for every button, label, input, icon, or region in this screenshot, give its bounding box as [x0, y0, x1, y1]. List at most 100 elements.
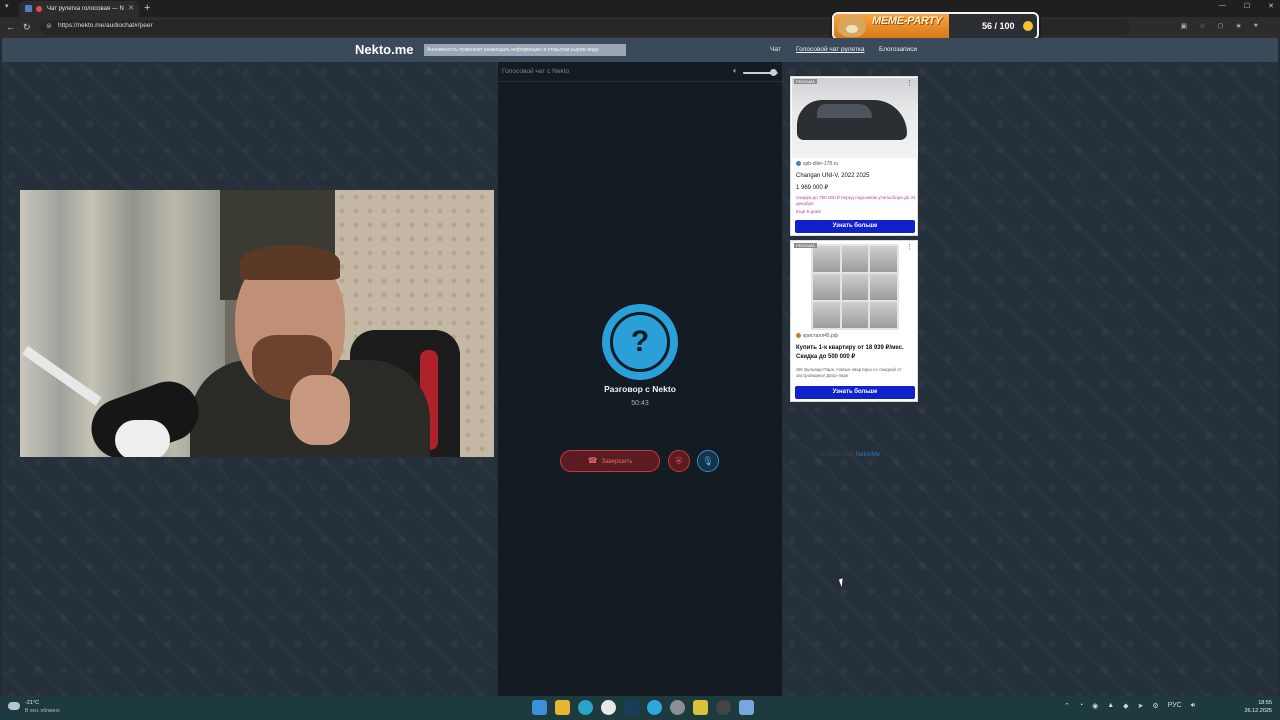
- car-image: [797, 100, 907, 140]
- ad-domain-text: кристалл45.рф: [803, 333, 838, 339]
- taskbar-apps: [532, 700, 754, 715]
- chat-header-title: Голосовой чат с Nekto: [502, 68, 570, 75]
- weather-status: В осн. облачно: [25, 708, 60, 714]
- back-icon[interactable]: ←: [6, 20, 15, 34]
- report-button[interactable]: ⛨: [668, 450, 690, 472]
- app-icon[interactable]: [739, 700, 754, 715]
- peer-avatar: ?: [602, 304, 678, 380]
- nav-chat[interactable]: Чат: [770, 46, 781, 53]
- footer-link[interactable]: NektoMe: [856, 452, 880, 458]
- ad-cta-button[interactable]: Узнать больше: [795, 386, 915, 399]
- tray-icon[interactable]: ➤: [1138, 702, 1144, 710]
- ad-card[interactable]: РЕКЛАМА ⋮ spb-diler-178.ru Changan UNI-V…: [790, 76, 918, 236]
- volume-icon[interactable]: 🔈︎: [733, 66, 738, 76]
- nav-blog[interactable]: Блогозаписи: [879, 46, 917, 53]
- new-tab-button[interactable]: +: [144, 1, 150, 16]
- clock-date: 26.12.2025: [1244, 708, 1272, 714]
- ad-promo-days: Ещё 5 дней: [796, 209, 821, 214]
- tray-lang[interactable]: РУС: [1168, 702, 1182, 710]
- photo-tile: [870, 302, 897, 328]
- meme-party-overlay: MEME-PARTY 56 / 100: [832, 12, 1039, 40]
- shield-icon: ⛨: [675, 456, 683, 466]
- ad-domain-icon: [796, 333, 801, 338]
- minimize-button[interactable]: —: [1219, 2, 1226, 10]
- tray-icon[interactable]: ◆: [1123, 702, 1128, 710]
- ad-price: 1 969 000 ₽: [796, 185, 829, 191]
- ad-promo: Скидка до 750 000 ₽ перед подъемом утиль…: [796, 195, 916, 206]
- file-explorer-icon[interactable]: [555, 700, 570, 715]
- cloud-icon: [8, 702, 20, 710]
- tray-icon[interactable]: ◉: [1092, 702, 1098, 710]
- site-logo[interactable]: Nekto.me: [355, 42, 414, 57]
- ad-menu-icon[interactable]: ⋮: [906, 243, 913, 251]
- reload-icon[interactable]: ↻: [23, 20, 31, 34]
- tray-icon[interactable]: ⚙: [1152, 702, 1158, 710]
- tab-list-icon[interactable]: ▾: [5, 2, 9, 10]
- obs-icon[interactable]: [716, 700, 731, 715]
- settings-icon[interactable]: [670, 700, 685, 715]
- start-icon[interactable]: [532, 700, 547, 715]
- ad-domain[interactable]: spb-diler-178.ru: [796, 161, 838, 167]
- tab-title: Чат рулетка голосовая — N: [47, 6, 124, 12]
- end-call-label: Завершить: [601, 459, 633, 465]
- ad-domain-text: spb-diler-178.ru: [803, 161, 839, 167]
- telegram-icon[interactable]: [647, 700, 662, 715]
- edge-icon[interactable]: [578, 700, 593, 715]
- close-tab-icon[interactable]: ✕: [128, 1, 134, 17]
- reader-icon[interactable]: ▣: [1180, 22, 1187, 30]
- bookmark-icon[interactable]: ☆: [1199, 22, 1205, 30]
- conversation-title: Разговор с Nekto: [604, 384, 676, 394]
- ad-car-image[interactable]: [792, 78, 918, 158]
- tray-icon[interactable]: ▲: [1107, 702, 1114, 710]
- favicon-icon: [25, 5, 32, 12]
- ad-menu-icon[interactable]: ⋮: [906, 79, 913, 87]
- ad-domain[interactable]: кристалл45.рф: [796, 333, 838, 339]
- browser-tab[interactable]: Чат рулетка голосовая — N ✕: [19, 1, 139, 17]
- tray-icon[interactable]: ◔: [1079, 702, 1083, 710]
- photo-tile: [841, 302, 869, 328]
- end-call-button[interactable]: ☎ Завершить: [560, 450, 660, 472]
- coin-icon: [1023, 21, 1033, 31]
- photo-tile: [870, 274, 897, 300]
- volume-slider-knob[interactable]: [769, 69, 777, 76]
- extensions-icon[interactable]: ⬡: [1217, 22, 1223, 30]
- yandex-browser-icon[interactable]: [601, 700, 616, 715]
- webcam-person-hair: [240, 245, 340, 280]
- question-icon: ?: [610, 312, 670, 372]
- photo-tile: [841, 274, 869, 300]
- meme-counter: 56 / 100: [982, 21, 1015, 31]
- ad-label: РЕКЛАМА: [794, 79, 817, 84]
- url-text[interactable]: https://nekto.me/audiochat#/peer: [58, 22, 153, 29]
- app-icon[interactable]: [693, 700, 708, 715]
- close-window-button[interactable]: ✕: [1268, 2, 1274, 10]
- site-header: Nekto.me Анонимность позволяет размещать…: [2, 38, 1278, 62]
- mic-button[interactable]: 🎙︎: [697, 450, 719, 472]
- hangup-icon: ☎: [587, 456, 598, 465]
- site-info-icon[interactable]: ⊜: [46, 22, 52, 30]
- recording-icon: [36, 6, 42, 12]
- maximize-button[interactable]: ☐: [1244, 2, 1250, 10]
- webcam-mic-mount: [115, 420, 170, 457]
- speaker-icon[interactable]: 🔊︎: [1191, 702, 1195, 710]
- favorites-icon[interactable]: ★: [1235, 22, 1241, 30]
- ad-cta-button[interactable]: Узнать больше: [795, 220, 915, 233]
- photo-tile: [813, 274, 840, 300]
- ad-headline[interactable]: Changan UNI-V, 2022 2025: [796, 173, 870, 179]
- ad-apartment-image[interactable]: [811, 244, 899, 330]
- meme-title: MEME-PARTY: [872, 15, 942, 27]
- volume-slider-fill: [743, 72, 773, 74]
- photo-tile: [813, 302, 840, 328]
- photo-tile: [870, 246, 897, 272]
- ad-card[interactable]: РЕКЛАМА ⋮ кристалл45.рф Купить 1-к кварт…: [790, 240, 918, 402]
- profile-icon[interactable]: ●: [1254, 22, 1258, 30]
- clock[interactable]: 18:55 26.12.2025: [1244, 699, 1272, 715]
- tray-overflow-icon[interactable]: ⌃: [1064, 702, 1070, 710]
- ad-headline[interactable]: Купить 1-к квартиру от 18 939 ₽/мес. Ски…: [796, 344, 916, 362]
- system-tray: ⌃ ◔ ◉ ▲ ◆ ➤ ⚙ РУС 🔊︎: [1064, 702, 1195, 710]
- taskbar: -21°C В осн. облачно ⌃ ◔ ◉ ▲ ◆ ➤ ⚙ РУС 🔊…: [0, 696, 1280, 720]
- nav-voice-roulette[interactable]: Голосовой чат рулетка: [796, 46, 864, 53]
- steam-icon[interactable]: [624, 700, 639, 715]
- photo-tile: [841, 246, 869, 272]
- clock-time: 18:55: [1258, 700, 1272, 706]
- site-notice: Анонимность позволяет размещать информац…: [424, 44, 626, 56]
